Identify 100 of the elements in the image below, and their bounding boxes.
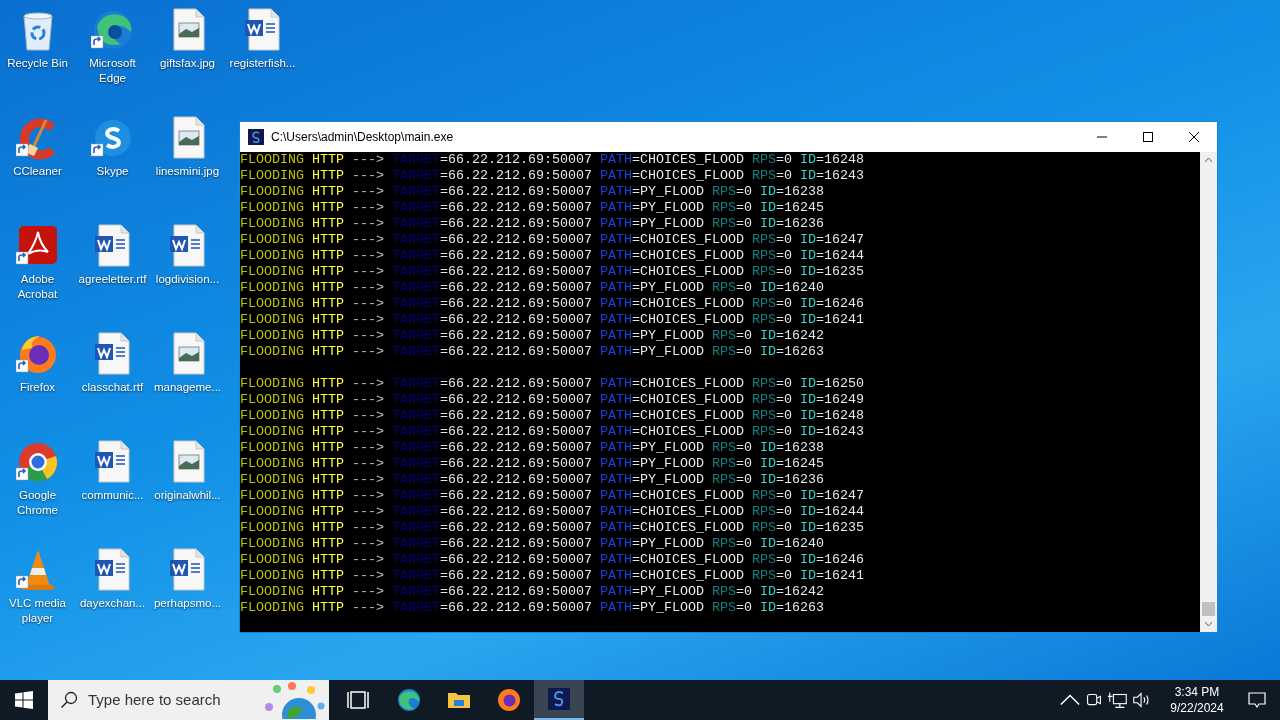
console-text: PATH <box>599 520 632 535</box>
console-text: TARGET <box>392 168 440 183</box>
console-text: TARGET <box>392 280 440 295</box>
console-text: TARGET <box>392 424 440 439</box>
console-text: FLOODING <box>240 392 304 407</box>
console-text: =PY_FLOOD <box>631 600 704 615</box>
taskbar-app[interactable] <box>534 680 584 720</box>
desktop-icon[interactable]: VLC media player <box>0 540 75 648</box>
console-text: =0 <box>735 328 752 343</box>
console-text: ---> <box>352 456 384 471</box>
console-text: HTTP <box>312 408 344 423</box>
desktop-icon[interactable]: CCleaner <box>0 108 75 216</box>
console-text: =CHOICES_FLOOD <box>631 552 744 567</box>
desktop-icon[interactable]: agreeletter.rtf <box>75 216 150 324</box>
clock[interactable]: 3:34 PM 9/22/2024 <box>1160 684 1234 716</box>
desktop-icon[interactable]: Firefox <box>0 324 75 432</box>
console-text: RPS <box>711 584 736 599</box>
desktop-icon[interactable]: giftsfax.jpg <box>150 0 225 108</box>
console-text: =16247 <box>815 488 864 503</box>
console-text: ---> <box>352 536 384 551</box>
search-input[interactable]: Type here to search <box>88 688 258 712</box>
console-text: FLOODING <box>240 552 304 567</box>
console-text: ID <box>759 184 776 199</box>
console-text: ---> <box>352 552 384 567</box>
desktop-icon[interactable]: classchat.rtf <box>75 324 150 432</box>
console-text: =66.22.212.69:50007 <box>440 376 592 391</box>
console-text: ---> <box>352 440 384 455</box>
console-text: TARGET <box>392 408 440 423</box>
console-text: =PY_FLOOD <box>631 584 704 599</box>
console-text: ---> <box>352 408 384 423</box>
console-text: TARGET <box>392 584 440 599</box>
console-text: HTTP <box>312 216 344 231</box>
desktop-icon[interactable]: logdivision... <box>150 216 225 324</box>
console-text: =0 <box>775 248 792 263</box>
console-text: HTTP <box>312 152 344 167</box>
console-text: =PY_FLOOD <box>631 344 704 359</box>
console-text: =0 <box>735 344 752 359</box>
desktop-icon[interactable]: registerfish... <box>225 0 300 108</box>
console-text: ID <box>799 312 816 327</box>
console-text: ---> <box>352 344 384 359</box>
console-text: TARGET <box>392 344 440 359</box>
desktop-icon[interactable]: Recycle Bin <box>0 0 75 108</box>
console-text: ID <box>799 248 816 263</box>
console-text: =66.22.212.69:50007 <box>440 584 592 599</box>
console-text: RPS <box>751 376 776 391</box>
console-text: =PY_FLOOD <box>631 184 704 199</box>
console-text: FLOODING <box>240 328 304 343</box>
scroll-thumb[interactable] <box>1202 602 1215 616</box>
console-text: ---> <box>352 584 384 599</box>
skype-icon <box>94 120 131 156</box>
notification-icon <box>1248 691 1266 709</box>
console-text: RPS <box>751 392 776 407</box>
console-text: =16235 <box>815 520 864 535</box>
console-text: RPS <box>711 184 736 199</box>
console-text: ID <box>759 200 776 215</box>
console-text: ---> <box>352 168 384 183</box>
console-text: HTTP <box>312 424 344 439</box>
console-text: TARGET <box>392 248 440 263</box>
console-text: =66.22.212.69:50007 <box>440 600 592 615</box>
console-text: PATH <box>599 152 632 167</box>
desktop-icon[interactable]: dayexchan... <box>75 540 150 648</box>
console-text: HTTP <box>312 200 344 215</box>
console-text: RPS <box>711 456 736 471</box>
console-text: =66.22.212.69:50007 <box>440 536 592 551</box>
console-text: FLOODING <box>240 536 304 551</box>
console-text: HTTP <box>312 184 344 199</box>
console-text: =16236 <box>775 216 824 231</box>
console-text: PATH <box>599 440 632 455</box>
desktop-icon[interactable]: Adobe Acrobat <box>0 216 75 324</box>
desktop-icon[interactable]: Skype <box>75 108 150 216</box>
desktop-icon[interactable]: Microsoft Edge <box>75 0 150 108</box>
console-text: =CHOICES_FLOOD <box>631 488 744 503</box>
console-text: HTTP <box>312 248 344 263</box>
console-text: ---> <box>352 392 384 407</box>
console-text: HTTP <box>312 440 344 455</box>
console-text: =0 <box>775 168 792 183</box>
console-text: =0 <box>775 504 792 519</box>
console-text: =CHOICES_FLOOD <box>631 168 744 183</box>
console-text: =0 <box>775 552 792 567</box>
console-text: PATH <box>599 584 632 599</box>
desktop-icon[interactable]: communic... <box>75 432 150 540</box>
console-text: FLOODING <box>240 520 304 535</box>
console-text: RPS <box>711 328 736 343</box>
console-text: ID <box>799 408 816 423</box>
desktop-icon[interactable]: manageme... <box>150 324 225 432</box>
console-text: PATH <box>599 344 632 359</box>
console-text: PATH <box>599 184 632 199</box>
console-text: =0 <box>775 232 792 247</box>
console-text: HTTP <box>312 168 344 183</box>
desktop-icon[interactable]: Google Chrome <box>0 432 75 540</box>
desktop-icon[interactable]: perhapsmo... <box>150 540 225 648</box>
desktop-icon[interactable]: originalwhil... <box>150 432 225 540</box>
search-bar[interactable]: Type here to search <box>48 680 329 720</box>
console-text: RPS <box>711 216 736 231</box>
desktop-icon[interactable]: linesmini.jpg <box>150 108 225 216</box>
console-text: =0 <box>735 584 752 599</box>
console-text: PATH <box>599 232 632 247</box>
console-text: =66.22.212.69:50007 <box>440 488 592 503</box>
console-text: =66.22.212.69:50007 <box>440 472 592 487</box>
console-text: FLOODING <box>240 568 304 583</box>
